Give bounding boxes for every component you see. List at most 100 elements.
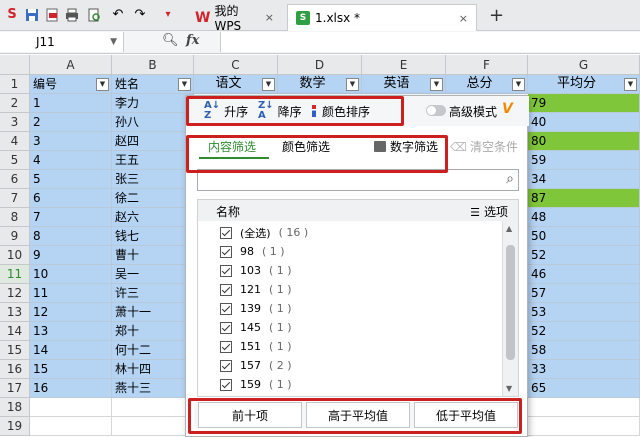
checkbox-checked-icon[interactable] <box>220 378 232 391</box>
id-cell[interactable]: 15 <box>30 360 112 379</box>
select-all-corner[interactable] <box>0 55 30 75</box>
name-cell[interactable]: 曹十 <box>112 246 194 265</box>
name-cell[interactable]: 赵六 <box>112 208 194 227</box>
close-icon[interactable]: × <box>265 11 274 24</box>
id-cell[interactable]: 13 <box>30 322 112 341</box>
column-header-f[interactable]: F <box>446 55 528 75</box>
row-header-1[interactable]: 1 <box>0 75 30 94</box>
search-icon[interactable]: ⌕ <box>506 171 514 187</box>
average-cell[interactable]: 50 <box>528 227 640 246</box>
checkbox-checked-icon[interactable] <box>220 283 232 296</box>
row-header-7[interactable]: 7 <box>0 189 30 208</box>
redo-icon[interactable]: ↷ <box>132 7 148 23</box>
filter-dropdown-icon[interactable]: ▼ <box>178 78 191 91</box>
column-header-b[interactable]: B <box>112 55 194 75</box>
checkbox-checked-icon[interactable] <box>220 359 232 372</box>
clear-conditions-button[interactable]: ⌫ 清空条件 <box>450 138 518 155</box>
row-header-4[interactable]: 4 <box>0 132 30 151</box>
checkbox-checked-icon[interactable] <box>220 264 232 277</box>
name-cell[interactable]: 何十二 <box>112 341 194 360</box>
formula-input[interactable] <box>220 32 640 52</box>
name-cell[interactable]: 徐二 <box>112 189 194 208</box>
checkbox-checked-icon[interactable] <box>220 302 232 315</box>
id-cell[interactable]: 12 <box>30 303 112 322</box>
new-tab-icon[interactable]: + <box>489 5 504 26</box>
id-cell[interactable]: 6 <box>30 189 112 208</box>
filter-dropdown-icon[interactable]: ▼ <box>512 78 525 91</box>
column-header-a[interactable]: A <box>30 55 112 75</box>
header-cell[interactable]: 总分 ▼ <box>446 75 528 94</box>
tab-number-filter[interactable]: 数字筛选 <box>374 138 438 155</box>
list-item[interactable]: 151 ( 1 ) <box>220 337 292 356</box>
row-header-12[interactable]: 12 <box>0 284 30 303</box>
name-cell[interactable]: 林十四 <box>112 360 194 379</box>
id-cell[interactable]: 5 <box>30 170 112 189</box>
zoom-icon[interactable]: 🔍︎ <box>162 33 179 48</box>
sort-by-color-button[interactable]: 颜色排序 <box>312 102 370 120</box>
average-cell[interactable]: 52 <box>528 246 640 265</box>
column-header-c[interactable]: C <box>194 55 278 75</box>
checkbox-checked-icon[interactable] <box>220 321 232 334</box>
list-item[interactable]: 98 ( 1 ) <box>220 242 285 261</box>
column-header-e[interactable]: E <box>362 55 446 75</box>
average-cell[interactable]: 52 <box>528 322 640 341</box>
close-icon[interactable]: × <box>459 12 468 25</box>
name-cell[interactable]: 李力 <box>112 94 194 113</box>
tab-my-wps[interactable]: W 我的WPS × <box>187 4 282 33</box>
name-cell[interactable]: 王五 <box>112 151 194 170</box>
sort-ascending-button[interactable]: A↓ Z 升序 <box>204 101 248 121</box>
column-header-g[interactable]: G <box>528 55 640 75</box>
header-cell[interactable]: 姓名 ▼ <box>112 75 194 94</box>
empty-cell[interactable] <box>528 417 640 436</box>
row-header-6[interactable]: 6 <box>0 170 30 189</box>
filter-dropdown-icon[interactable]: ▼ <box>262 78 275 91</box>
id-cell[interactable]: 16 <box>30 379 112 398</box>
id-cell[interactable]: 9 <box>30 246 112 265</box>
filter-dropdown-icon[interactable]: ▼ <box>430 78 443 91</box>
average-cell[interactable]: 33 <box>528 360 640 379</box>
average-cell[interactable]: 40 <box>528 113 640 132</box>
list-item[interactable]: 139 ( 1 ) <box>220 299 292 318</box>
average-cell[interactable]: 59 <box>528 151 640 170</box>
average-cell[interactable]: 79 <box>528 94 640 113</box>
chevron-down-icon[interactable]: ▼ <box>110 32 117 52</box>
empty-cell[interactable] <box>30 417 112 436</box>
checkbox-checked-icon[interactable] <box>220 340 232 353</box>
id-cell[interactable]: 2 <box>30 113 112 132</box>
checkbox-checked-icon[interactable] <box>220 226 232 239</box>
name-cell[interactable]: 萧十一 <box>112 303 194 322</box>
name-cell[interactable]: 张三 <box>112 170 194 189</box>
name-cell[interactable]: 吴一 <box>112 265 194 284</box>
scroll-up-icon[interactable]: ▲ <box>506 224 512 233</box>
options-button[interactable]: ☰ 选项 <box>470 203 508 220</box>
empty-cell[interactable] <box>112 417 194 436</box>
below-average-button[interactable]: 低于平均值 <box>414 402 518 428</box>
row-header-16[interactable]: 16 <box>0 360 30 379</box>
id-cell[interactable]: 7 <box>30 208 112 227</box>
filter-dropdown-icon[interactable]: ▼ <box>624 78 637 91</box>
scroll-down-icon[interactable]: ▼ <box>506 384 512 393</box>
empty-cell[interactable] <box>528 398 640 417</box>
advanced-mode-toggle[interactable] <box>426 105 446 116</box>
name-cell[interactable]: 钱七 <box>112 227 194 246</box>
average-cell[interactable]: 57 <box>528 284 640 303</box>
header-cell[interactable]: 数学 ▼ <box>278 75 362 94</box>
id-cell[interactable]: 8 <box>30 227 112 246</box>
name-cell[interactable]: 燕十三 <box>112 379 194 398</box>
row-header-11[interactable]: 11 <box>0 265 30 284</box>
list-item[interactable]: 171 <box>220 394 261 396</box>
list-item[interactable]: 121 ( 1 ) <box>220 280 292 299</box>
name-box[interactable]: J11 ▼ <box>0 32 124 52</box>
id-cell[interactable]: 3 <box>30 132 112 151</box>
row-header-3[interactable]: 3 <box>0 113 30 132</box>
list-item[interactable]: 159 ( 1 ) <box>220 375 292 394</box>
export-pdf-icon[interactable] <box>44 7 60 23</box>
average-cell[interactable]: 34 <box>528 170 640 189</box>
more-icon[interactable]: ▾ <box>160 7 176 23</box>
row-header-8[interactable]: 8 <box>0 208 30 227</box>
list-item[interactable]: 157 ( 2 ) <box>220 356 292 375</box>
header-cell[interactable]: 编号 ▼ <box>30 75 112 94</box>
scrollbar-thumb[interactable] <box>506 245 515 360</box>
row-header-15[interactable]: 15 <box>0 341 30 360</box>
row-header-13[interactable]: 13 <box>0 303 30 322</box>
